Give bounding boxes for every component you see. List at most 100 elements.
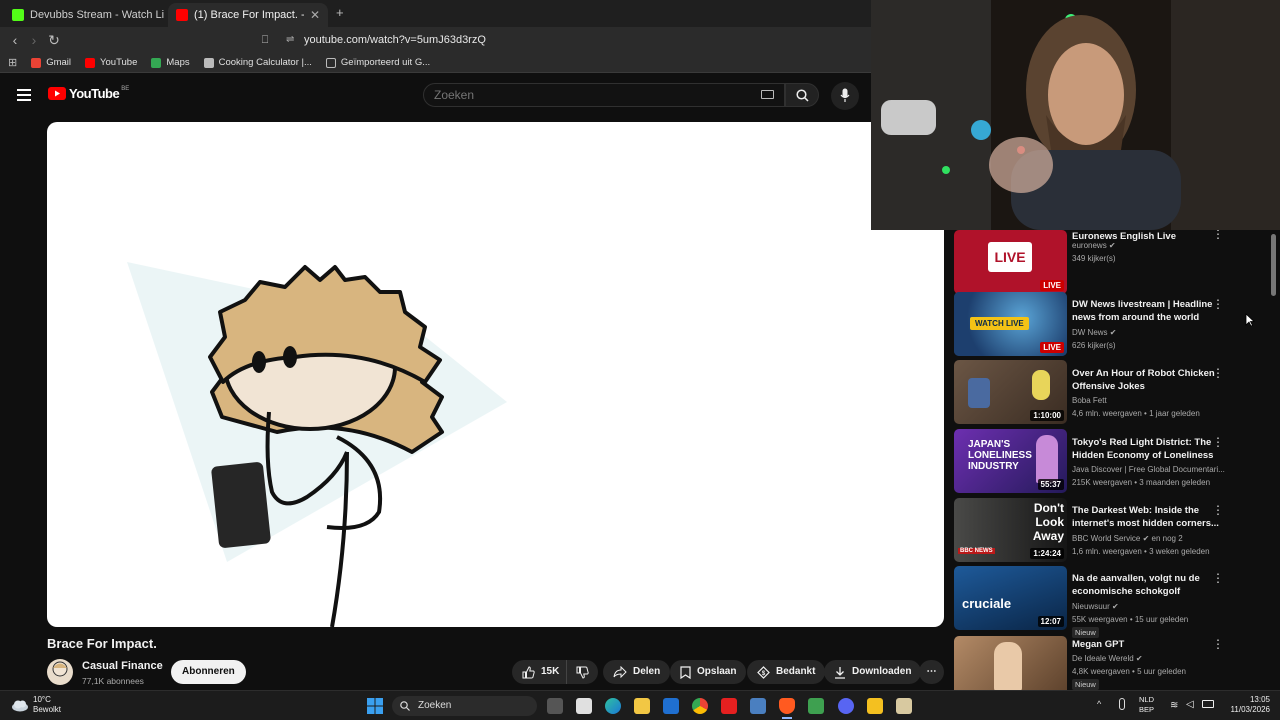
recommendation-item[interactable]: 1:10:00 Over An Hour of Robot Chicken Of… xyxy=(954,360,1254,424)
save-button[interactable]: Opslaan xyxy=(670,660,747,684)
recommendation-item[interactable]: WATCH LIVE LIVE DW News livestream | Hea… xyxy=(954,292,1254,356)
new-tab-button[interactable]: + xyxy=(336,5,344,20)
bookmark-youtube[interactable]: YouTube xyxy=(85,57,137,68)
youtube-logo[interactable]: YouTube BE xyxy=(48,86,129,101)
close-tab-icon[interactable]: ✕ xyxy=(304,8,320,22)
show-hidden-icons-icon[interactable]: ^ xyxy=(1097,699,1101,709)
clock[interactable]: 13:05 11/03/2026 xyxy=(1220,695,1270,715)
bookmark-folder-imported[interactable]: Geïmporteerd uit G... xyxy=(325,57,430,68)
recommendation-channel[interactable]: DW News ✔ xyxy=(1072,326,1232,339)
battery-icon[interactable] xyxy=(1202,700,1214,708)
windows-start-icon[interactable] xyxy=(367,698,383,714)
brave-browser-icon[interactable] xyxy=(779,698,795,714)
recommendation-item[interactable]: JAPAN'S LONELINESS INDUSTRY 55:37 Tokyo'… xyxy=(954,429,1254,493)
video-thumbnail[interactable]: WATCH LIVE LIVE xyxy=(954,292,1067,356)
live-badge: LIVE xyxy=(1040,342,1064,353)
volume-icon[interactable]: ◁ xyxy=(1186,699,1194,710)
microphone-icon[interactable] xyxy=(1119,698,1125,710)
tab-youtube-video[interactable]: (1) Brace For Impact. - YouTub ✕ xyxy=(168,3,328,27)
back-arrow-icon[interactable]: ‹ xyxy=(6,31,24,49)
recommendation-channel[interactable]: Java Discover | Free Global Documentari.… xyxy=(1072,463,1232,476)
recommendation-title[interactable]: The Darkest Web: Inside the internet's m… xyxy=(1072,504,1222,530)
channel-name[interactable]: Casual Finance xyxy=(82,660,163,672)
video-player[interactable] xyxy=(47,122,944,627)
recommendation-item[interactable]: Megan GPT De Ideale Wereld ✔ 4,8K weerga… xyxy=(954,636,1254,690)
app-icon[interactable] xyxy=(808,698,824,714)
thumbs-down-icon xyxy=(576,666,589,679)
recommendation-title[interactable]: Over An Hour of Robot Chicken Offensive … xyxy=(1072,367,1222,393)
bookmark-icon[interactable]: ⎕ xyxy=(256,31,274,49)
share-button[interactable]: Delen xyxy=(603,660,671,684)
notes-app-icon[interactable] xyxy=(896,698,912,714)
video-thumbnail[interactable]: Don't Look Away BBC NEWS 1:24:24 xyxy=(954,498,1067,562)
recommendation-title[interactable]: Na de aanvallen, volgt nu de economische… xyxy=(1072,572,1222,598)
chrome-browser-icon[interactable] xyxy=(692,698,708,714)
hamburger-menu-icon[interactable] xyxy=(17,89,31,101)
site-info-icon[interactable]: ⇌ xyxy=(286,31,294,49)
weather-widget[interactable]: 10°C Bewolkt xyxy=(33,695,61,715)
task-view-icon[interactable] xyxy=(547,698,563,714)
more-options-icon[interactable]: ⋮ xyxy=(1212,572,1224,586)
recommendation-title[interactable]: Tokyo's Red Light District: The Hidden E… xyxy=(1072,436,1222,462)
recommendation-title[interactable]: Megan GPT xyxy=(1072,638,1222,651)
more-options-icon[interactable]: ⋮ xyxy=(1212,504,1224,518)
video-thumbnail[interactable] xyxy=(954,636,1067,690)
windows-taskbar: 10°C Bewolkt Zoeken ^ NLD BEP ≋ ◁ 13:05 … xyxy=(0,690,1280,720)
bbc-news-logo: BBC NEWS xyxy=(958,548,995,554)
wifi-icon[interactable]: ≋ xyxy=(1170,700,1178,711)
more-options-icon[interactable]: ⋮ xyxy=(1212,367,1224,381)
keyboard-icon[interactable] xyxy=(761,90,774,99)
bookmark-label: Gmail xyxy=(46,57,72,68)
video-thumbnail[interactable]: 1:10:00 xyxy=(954,360,1067,424)
recommendation-title[interactable]: DW News livestream | Headline news from … xyxy=(1072,298,1222,324)
more-options-icon[interactable]: ⋮ xyxy=(1212,230,1224,242)
language-indicator[interactable]: NLD BEP xyxy=(1139,695,1154,715)
recommendation-channel[interactable]: BBC World Service ✔ en nog 2 xyxy=(1072,532,1232,545)
recommendation-channel[interactable]: Nieuwsuur ✔ xyxy=(1072,600,1232,613)
youtube-app-icon[interactable] xyxy=(721,698,737,714)
reload-icon[interactable]: ↻ xyxy=(45,31,63,49)
subscribe-button[interactable]: Abonneren xyxy=(171,660,246,684)
share-label: Delen xyxy=(633,666,661,677)
search-button[interactable] xyxy=(785,83,819,107)
recommendation-channel[interactable]: euronews ✔ xyxy=(1072,239,1232,252)
edge-browser-icon[interactable] xyxy=(605,698,621,714)
recommendation-item[interactable]: cruciale 12:07 Na de aanvallen, volgt nu… xyxy=(954,566,1254,638)
video-thumbnail[interactable]: cruciale 12:07 xyxy=(954,566,1067,630)
gmail-icon xyxy=(31,57,42,68)
recommendation-item[interactable]: Don't Look Away BBC NEWS 1:24:24 The Dar… xyxy=(954,498,1254,562)
download-button[interactable]: Downloaden xyxy=(824,660,922,684)
tab-devubbs-stream[interactable]: Devubbs Stream - Watch Live on xyxy=(4,3,164,27)
video-duration: 12:07 xyxy=(1037,616,1064,627)
video-thumbnail[interactable]: JAPAN'S LONELINESS INDUSTRY 55:37 xyxy=(954,429,1067,493)
sidebar-scrollbar[interactable] xyxy=(1271,234,1276,296)
discord-icon[interactable] xyxy=(838,698,854,714)
file-app-icon[interactable] xyxy=(576,698,592,714)
dislike-button[interactable] xyxy=(566,660,598,684)
recommendation-item[interactable]: LIVE LIVE Euronews English Live euronews… xyxy=(954,230,1254,294)
calculator-icon[interactable] xyxy=(750,698,766,714)
voice-search-button[interactable] xyxy=(831,82,859,110)
bookmark-maps[interactable]: Maps xyxy=(151,57,190,68)
more-options-icon[interactable]: ⋮ xyxy=(1212,436,1224,450)
address-bar[interactable]: ⇌ youtube.com/watch?v=5umJ63d3rzQ xyxy=(280,31,865,49)
mail-app-icon[interactable] xyxy=(663,698,679,714)
video-thumbnail[interactable]: LIVE LIVE xyxy=(954,230,1067,294)
thanks-button[interactable]: $ Bedankt xyxy=(747,660,826,684)
bookmark-gmail[interactable]: Gmail xyxy=(31,57,71,68)
forward-arrow-icon[interactable]: › xyxy=(25,31,43,49)
more-options-icon[interactable]: ⋮ xyxy=(1212,638,1224,652)
bookmark-cooking-calculator[interactable]: Cooking Calculator |... xyxy=(203,57,312,68)
apps-grid-icon[interactable]: ⊞ xyxy=(8,56,17,69)
file-explorer-icon[interactable] xyxy=(634,698,650,714)
norton-icon[interactable] xyxy=(867,698,883,714)
recommendation-channel[interactable]: Boba Fett xyxy=(1072,394,1232,407)
recommendation-channel[interactable]: De Ideale Wereld ✔ xyxy=(1072,652,1232,665)
more-actions-button[interactable]: ⋯ xyxy=(919,660,944,684)
taskbar-search[interactable]: Zoeken xyxy=(392,696,537,716)
live-badge: LIVE xyxy=(1040,280,1064,291)
search-input[interactable] xyxy=(423,83,785,107)
like-button[interactable]: 15K xyxy=(512,660,568,684)
channel-avatar[interactable] xyxy=(47,659,73,685)
more-options-icon[interactable]: ⋮ xyxy=(1212,298,1224,312)
